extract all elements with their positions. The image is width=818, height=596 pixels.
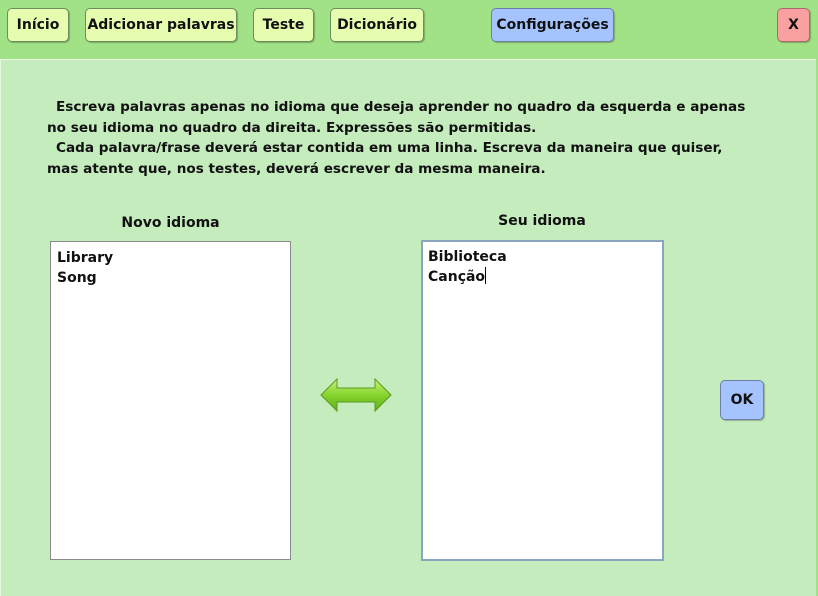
novo-idioma-label: Novo idioma <box>121 215 220 231</box>
close-button[interactable]: X <box>777 8 810 42</box>
nav-inicio-button[interactable]: Início <box>7 8 69 42</box>
new-language-textarea[interactable]: Library Song <box>50 241 291 560</box>
text-caret <box>485 267 487 284</box>
seu-idioma-label: Seu idioma <box>498 213 586 229</box>
native-language-textarea[interactable]: Biblioteca Canção <box>421 240 664 561</box>
native-language-text: Biblioteca Canção <box>428 249 507 285</box>
ok-button[interactable]: OK <box>720 380 764 420</box>
nav-teste-button[interactable]: Teste <box>253 8 314 42</box>
nav-adicionar-palavras-button[interactable]: Adicionar palavras <box>85 8 237 42</box>
double-arrow-icon[interactable] <box>320 377 392 413</box>
nav-dicionario-button[interactable]: Dicionário <box>330 8 424 42</box>
instructions-paragraph-1: Escreva palavras apenas no idioma que de… <box>47 99 746 136</box>
instructions-text: Escreva palavras apenas no idioma que de… <box>47 97 747 179</box>
instructions-paragraph-2: Cada palavra/frase deverá estar contida … <box>47 140 723 177</box>
nav-configuracoes-button[interactable]: Configurações <box>491 8 614 42</box>
app-window: Início Adicionar palavras Teste Dicionár… <box>0 0 818 596</box>
